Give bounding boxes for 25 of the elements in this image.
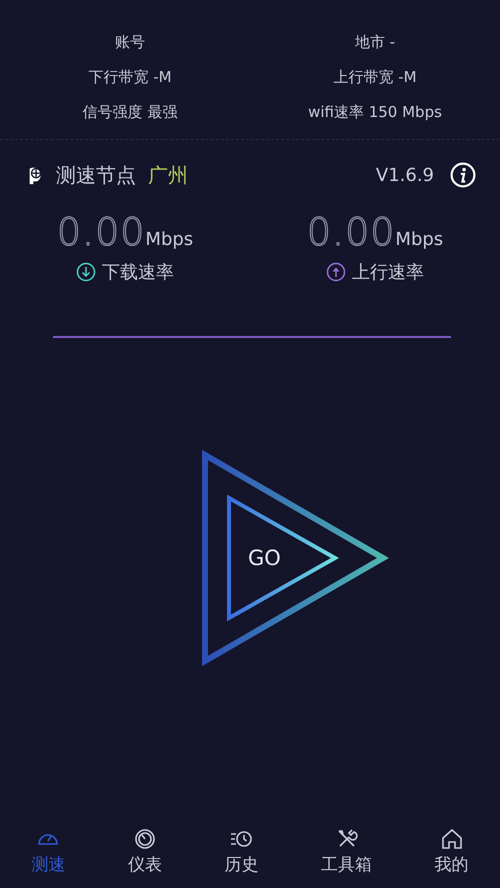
speed-unit: Mbps — [395, 229, 444, 250]
info-text: 下行带宽 -M — [88, 68, 172, 87]
nav-tab[interactable]: 仪表 — [122, 827, 168, 876]
home-icon — [440, 827, 464, 851]
go-button[interactable]: GO — [200, 450, 390, 666]
nav-tab[interactable]: 工具箱 — [315, 827, 378, 876]
info-text: 地市 - — [354, 33, 396, 52]
speed-value: 0.00 — [56, 210, 146, 254]
info-icon[interactable] — [450, 162, 476, 188]
node-label: 测速节点 — [56, 162, 136, 188]
nav-tab[interactable]: 我的 — [428, 827, 475, 876]
info-text: 账号 — [115, 33, 145, 52]
speed-value: 0.00 — [306, 210, 396, 254]
nav-tab[interactable]: 历史 — [218, 827, 264, 876]
version-text: V1.6.9 — [376, 164, 434, 186]
speed-label: 上行速率 — [352, 261, 424, 284]
upload-icon — [326, 262, 346, 282]
speed-label: 下载速率 — [102, 261, 174, 284]
download-icon — [76, 262, 96, 282]
info-text: 信号强度 最强 — [82, 103, 178, 122]
speed-unit: Mbps — [145, 229, 194, 250]
node-city[interactable]: 广州 — [148, 162, 188, 188]
info-text: wifi速率 150 Mbps — [308, 103, 442, 122]
info-text: 上行带宽 -M — [333, 68, 417, 87]
gauge-icon — [132, 827, 157, 851]
